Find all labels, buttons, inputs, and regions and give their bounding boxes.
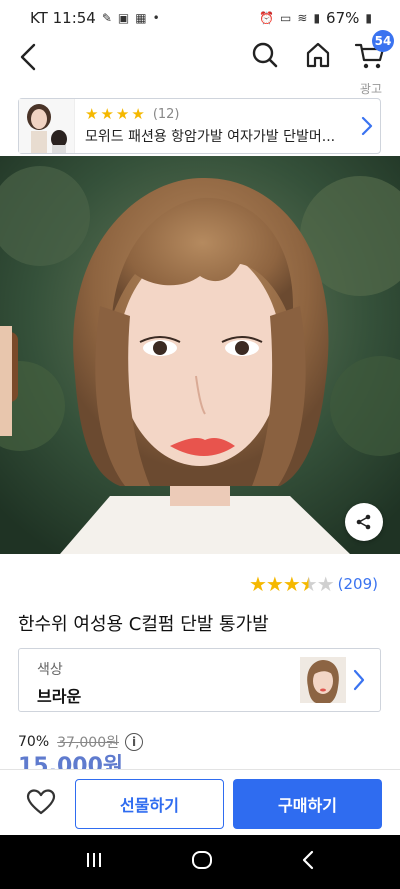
star-icon: ★: [248, 572, 267, 596]
alarm-icon: ⏰: [259, 11, 275, 25]
home-circle-icon: [191, 851, 212, 869]
back-button[interactable]: [14, 42, 42, 72]
top-nav: 54: [0, 30, 400, 80]
product-title: 한수위 여성용 C컬펌 단발 통가발: [18, 614, 269, 635]
system-back-button[interactable]: [300, 850, 316, 874]
dot-icon: •: [152, 11, 160, 25]
star-icon: ★: [131, 105, 145, 123]
gift-button[interactable]: 선물하기: [75, 779, 224, 829]
ad-label: 광고: [359, 82, 382, 96]
chevron-right-icon: [353, 669, 365, 691]
ad-rating: ★ ★ ★ ★ (12): [85, 106, 354, 122]
info-icon[interactable]: i: [125, 733, 143, 751]
status-bar: KT 11:54 ✎ ▣ ▦ • ⏰ ▭ ≋ ▮ 67% ▮: [0, 0, 400, 36]
empty-star-icon: ★: [316, 572, 335, 596]
system-nav-bar: [0, 835, 400, 889]
product-rating[interactable]: ★★★★★ (209): [249, 572, 378, 596]
original-price: 37,000원: [57, 735, 119, 751]
star-icon: ★: [282, 572, 301, 596]
hd-icon: ▭: [280, 11, 292, 25]
home-button[interactable]: [303, 40, 333, 70]
star-icon: ★: [115, 105, 130, 123]
share-icon: [356, 514, 371, 530]
star-icon: ★: [85, 105, 99, 123]
ad-review-count: (12): [152, 106, 180, 122]
heart-icon: [26, 789, 56, 815]
option-thumbnail: [300, 657, 346, 703]
star-icon: ★: [100, 105, 114, 123]
buy-button[interactable]: 구매하기: [233, 779, 382, 829]
share-button[interactable]: [345, 503, 383, 541]
ad-thumbnail: [19, 99, 75, 153]
chevron-left-icon: [20, 43, 36, 71]
color-option-selector[interactable]: 색상 브라운: [18, 648, 381, 712]
search-button[interactable]: [250, 40, 280, 70]
option-label: 색상: [37, 662, 63, 678]
wishlist-button[interactable]: [26, 788, 56, 818]
discount-row: 70% 37,000원 i: [18, 732, 143, 752]
ad-title: 모위드 패션용 항암가발 여자가발 단발머...: [85, 129, 336, 145]
wifi-icon: ≋: [297, 11, 308, 25]
star-icon: ★: [265, 572, 284, 596]
gallery-icon: ▦: [135, 11, 147, 25]
ad-card[interactable]: ★ ★ ★ ★ (12) 모위드 패션용 항암가발 여자가발 단발머...: [18, 98, 381, 154]
battery-percent: 67%: [326, 9, 360, 27]
option-open-button[interactable]: [353, 669, 365, 695]
chevron-right-icon: [361, 116, 373, 136]
recent-apps-button[interactable]: [84, 850, 104, 874]
discount-rate: 70%: [18, 734, 50, 750]
wrench-icon: ✎: [101, 11, 112, 25]
app-icon: ▣: [117, 11, 130, 25]
home-icon: [306, 42, 330, 68]
bottom-action-bar: 선물하기 구매하기: [0, 769, 400, 835]
option-value: 브라운: [37, 687, 82, 706]
rating-stars: ★★★★★: [248, 572, 335, 596]
recent-apps-icon: [86, 853, 101, 867]
carrier-time: KT 11:54: [30, 9, 96, 27]
cart-count-badge: 54: [372, 30, 394, 52]
product-image[interactable]: [0, 156, 400, 554]
back-arrow-icon: [303, 850, 314, 870]
signal-icon: ▮: [313, 11, 321, 25]
battery-icon: ▮: [365, 11, 372, 25]
half-star-icon: ★: [299, 572, 318, 596]
search-icon: [252, 42, 278, 68]
home-system-button[interactable]: [191, 849, 213, 875]
review-count[interactable]: (209): [338, 575, 378, 593]
ad-open-button[interactable]: [354, 116, 380, 136]
